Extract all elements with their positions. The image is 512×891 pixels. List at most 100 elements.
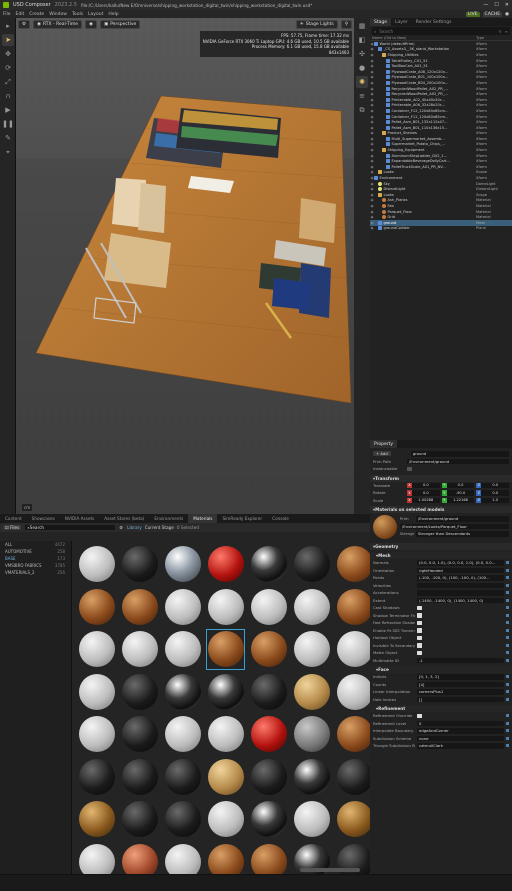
cube-icon[interactable]: ◧ — [356, 34, 368, 46]
geometry-section[interactable]: ▾ Geometry — [370, 543, 512, 550]
property-checkbox[interactable] — [417, 713, 422, 718]
renderer-button[interactable]: ◉ RTX - Real-Time — [33, 20, 83, 29]
material-tile[interactable] — [334, 798, 370, 841]
library-item[interactable]: BASE 173 — [0, 555, 71, 562]
add-button[interactable]: + Add — [373, 451, 391, 457]
property-field[interactable]: 0 — [417, 720, 504, 726]
property-field[interactable]: (-1400, -1400, 0), (1400, 1400, 0) — [417, 597, 504, 603]
stage-tree-row[interactable]: ◉ Environment Xform — [370, 175, 512, 181]
stage-tree-row[interactable]: ◉ Container_F12_120x80x85cm... Xform — [370, 108, 512, 114]
rotate-x[interactable]: 0.0 — [412, 490, 440, 496]
material-tile[interactable] — [119, 543, 160, 586]
material-tile[interactable] — [291, 543, 332, 586]
stage-tree-row[interactable]: ◉ Supermarket_Potato_Chips_... Xform — [370, 142, 512, 148]
material-tile[interactable] — [162, 671, 203, 714]
material-tile[interactable] — [162, 756, 203, 799]
stage-tree-row[interactable]: ◉ ground Mesh — [370, 220, 512, 226]
material-thumbnail[interactable] — [373, 515, 397, 539]
stage-tree-row[interactable]: ◉ Pallet_Asm_B01_110x136x15... Xform — [370, 125, 512, 131]
stage-tree-row[interactable]: ◉ Parquet_Floor Material — [370, 209, 512, 215]
options-icon[interactable]: ≡ — [505, 29, 508, 34]
material-tile[interactable] — [291, 586, 332, 629]
tab-console[interactable]: Console — [267, 514, 294, 523]
stage-tree-row[interactable]: ◉ Printerable_A02_40x40x30c... Xform — [370, 97, 512, 103]
material-tile[interactable] — [76, 798, 117, 841]
menu-help[interactable]: Help — [108, 12, 118, 17]
property-field[interactable]: edgeAndCorner — [417, 728, 504, 734]
stage-tree-row[interactable]: ◉ Printerable_A06_32x28x20c... Xform — [370, 103, 512, 109]
select-icon[interactable]: ▸ — [2, 20, 14, 32]
material-tile[interactable] — [248, 628, 289, 671]
material-tile[interactable] — [291, 671, 332, 714]
material-tile[interactable] — [205, 543, 246, 586]
material-tile[interactable] — [248, 543, 289, 586]
material-path-field[interactable]: /Environment/Looks/Parquet_Floor — [400, 523, 509, 529]
library-item[interactable]: VMSIBRO FABRICS 3785 — [0, 562, 71, 569]
property-checkbox[interactable] — [417, 620, 422, 625]
material-tile[interactable] — [162, 713, 203, 756]
material-tile[interactable] — [248, 586, 289, 629]
menu-edit[interactable]: Edit — [16, 12, 25, 17]
close-icon[interactable]: ✕ — [505, 2, 509, 8]
cache-indicator[interactable]: CACHE — [482, 11, 503, 17]
stage-tree-row[interactable]: ◉ ToolBoxCart_A02_51 Xform — [370, 63, 512, 69]
materials-section[interactable]: ▾ Materials on selected models — [370, 506, 512, 513]
attribute-indicator-icon[interactable] — [506, 744, 509, 748]
menu-create[interactable]: Create — [29, 12, 44, 17]
stage-tree-row[interactable]: ◉ PlywoodCrate_B04_200x100x... Xform — [370, 80, 512, 86]
attribute-indicator-icon[interactable] — [506, 591, 509, 595]
filter-icon[interactable]: ⚲ — [499, 29, 502, 34]
property-field[interactable]: none — [417, 735, 504, 741]
paint-icon[interactable]: ✎ — [2, 132, 14, 144]
camera-button[interactable]: ▣ Perspective — [99, 20, 141, 29]
scale-y[interactable]: 1.22168 — [446, 497, 475, 503]
breadcrumb-library[interactable]: Library — [127, 525, 142, 530]
tab-property[interactable]: Property — [370, 440, 398, 448]
stage-tree-row[interactable]: ◉ DistantLight DistantLight — [370, 186, 512, 192]
material-tile[interactable] — [334, 713, 370, 756]
stage-tree-row[interactable]: ◉ Fab Material — [370, 203, 512, 209]
material-tile[interactable] — [205, 586, 246, 629]
stage-tree-row[interactable]: ◉ World (defaultPrim) Xform — [370, 41, 512, 47]
rotate-icon[interactable]: ⟳ — [2, 62, 14, 74]
tab-content[interactable]: Content — [0, 514, 27, 523]
move-icon[interactable]: ✥ — [2, 48, 14, 60]
library-item[interactable]: ALL 4472 — [0, 541, 71, 548]
attribute-indicator-icon[interactable] — [506, 606, 509, 610]
grid-icon[interactable]: ▦ — [356, 20, 368, 32]
material-tile[interactable] — [76, 628, 117, 671]
attribute-indicator-icon[interactable] — [506, 636, 509, 640]
attribute-indicator-icon[interactable] — [506, 736, 509, 740]
property-field[interactable]: [0, 1, 3, 2] — [417, 674, 504, 680]
transform-section[interactable]: ▾ Transform — [370, 474, 512, 482]
library-item[interactable]: VMATERIALS_2 256 — [0, 569, 71, 576]
translate-x[interactable]: 0.0 — [412, 482, 440, 488]
gear-icon[interactable]: ⚙ — [119, 525, 123, 530]
material-tile[interactable] — [162, 586, 203, 629]
attribute-indicator-icon[interactable] — [506, 682, 509, 686]
layers-icon[interactable]: ⧉ — [356, 104, 368, 116]
attribute-indicator-icon[interactable] — [506, 690, 509, 694]
tab-layer[interactable]: Layer — [391, 18, 412, 26]
content-search-input[interactable]: ⌕ Search — [25, 524, 116, 531]
property-checkbox[interactable] — [417, 643, 422, 648]
attribute-indicator-icon[interactable] — [506, 598, 509, 602]
attribute-indicator-icon[interactable] — [506, 729, 509, 733]
property-field[interactable]: -1 — [417, 657, 504, 663]
tab-showcases[interactable]: Showcases — [27, 514, 60, 523]
material-tile[interactable] — [291, 756, 332, 799]
material-tile[interactable] — [162, 841, 203, 874]
column-type[interactable]: Type — [476, 36, 510, 40]
material-tile[interactable] — [76, 756, 117, 799]
menu-window[interactable]: Window — [49, 12, 67, 17]
property-checkbox[interactable] — [417, 635, 422, 640]
stage-tree-row[interactable]: ◉ Sky DomeLight — [370, 181, 512, 187]
align-icon[interactable]: ≡ — [356, 90, 368, 102]
material-tile[interactable] — [119, 671, 160, 714]
tab-environments[interactable]: Environments — [149, 514, 188, 523]
stage-tree-row[interactable]: ◉ RecycledWoodPallet_A02_PR_... Xform — [370, 91, 512, 97]
material-tile[interactable] — [119, 798, 160, 841]
attribute-indicator-icon[interactable] — [506, 697, 509, 701]
property-field[interactable]: (0.0, 0.0, 1.0), (0.0, 0.0, 1.0), (0.0, … — [417, 560, 504, 566]
material-tile[interactable] — [248, 671, 289, 714]
